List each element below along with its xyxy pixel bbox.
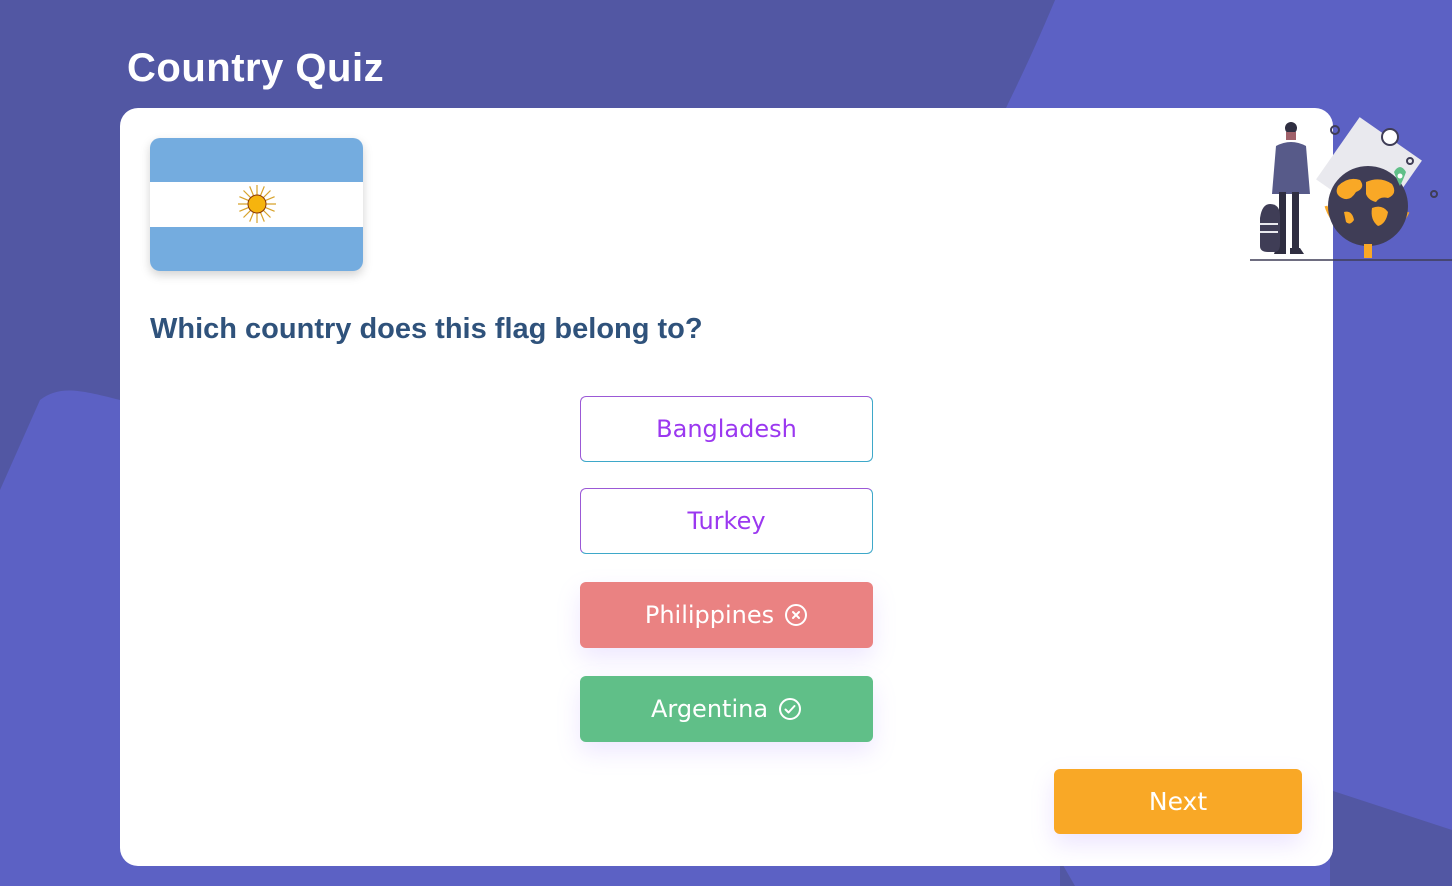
x-circle-icon [785,604,808,626]
flag-stripe-middle [150,182,363,227]
quiz-card: Which country does this flag belong to? … [120,108,1452,866]
option-bangladesh-button[interactable]: Bangladesh [580,396,873,462]
option-label: Argentina [650,695,769,723]
option-label: Turkey [687,507,766,535]
traveler-globe-illustration [1250,117,1452,261]
option-turkey-button[interactable]: Turkey [580,488,873,554]
flag-stripe-bottom [150,226,363,271]
argentina-flag [150,138,363,271]
option-label: Philippines [644,601,775,629]
option-philippines-button[interactable]: Philippines [580,582,873,648]
check-circle-icon [779,698,802,720]
option-label: Bangladesh [656,415,797,443]
next-button[interactable]: Next [1054,769,1302,834]
sun-of-may-icon [237,185,276,224]
app-title: Country Quiz [127,46,385,90]
option-argentina-button[interactable]: Argentina [580,676,873,742]
question-text: Which country does this flag belong to? [150,313,703,345]
flag-stripe-top [150,138,363,183]
